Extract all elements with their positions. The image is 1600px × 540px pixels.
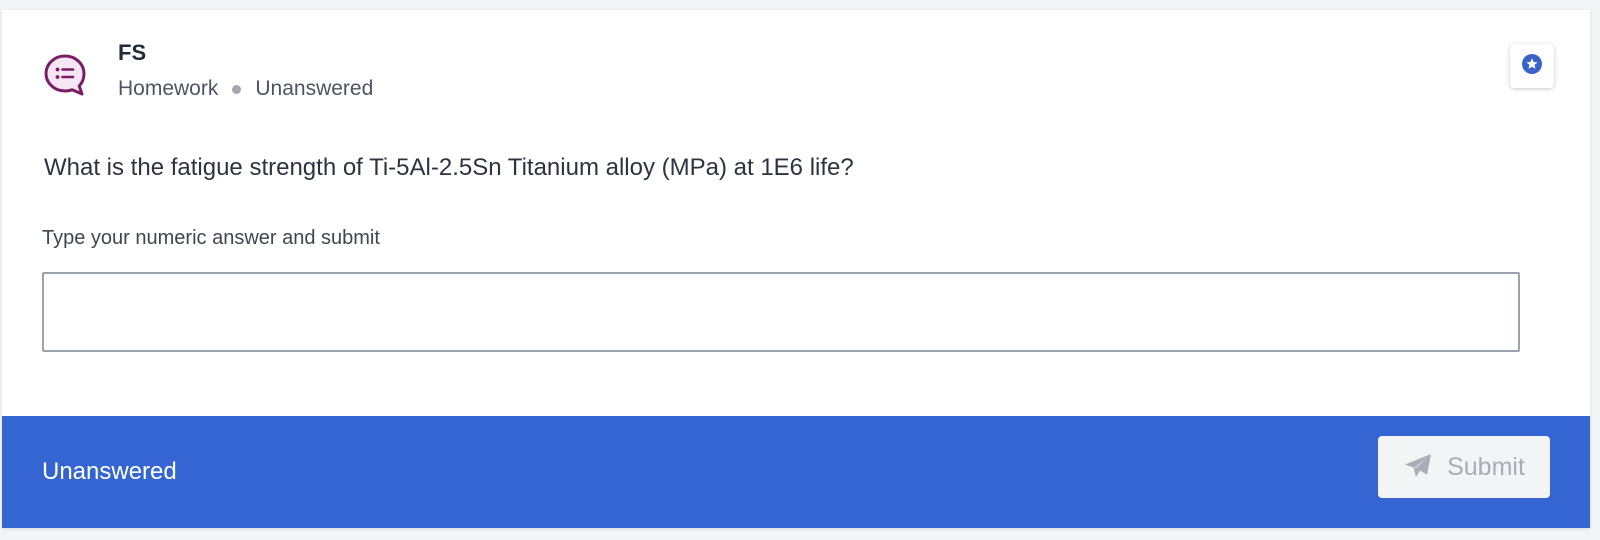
footer-status-text: Unanswered <box>42 458 177 485</box>
answer-prompt: Type your numeric answer and submit <box>42 227 380 249</box>
header-text: FS Homework Unanswered <box>118 40 373 102</box>
question-text: What is the fatigue strength of Ti-5Al-2… <box>44 154 854 181</box>
category-label: Homework <box>118 77 219 100</box>
submit-label: Submit <box>1447 452 1525 481</box>
meta-separator-dot <box>232 84 242 94</box>
question-card: FS Homework Unanswered What is the fatig… <box>2 10 1590 528</box>
card-footer: Unanswered Submit <box>2 416 1590 528</box>
favorite-button[interactable] <box>1510 44 1554 88</box>
status-label: Unanswered <box>255 77 374 100</box>
paper-plane-icon <box>1403 452 1433 483</box>
card-header: FS Homework Unanswered <box>42 40 373 102</box>
question-title: FS <box>118 40 147 65</box>
chat-list-icon <box>42 52 88 98</box>
numeric-answer-input[interactable] <box>42 272 1520 352</box>
page: FS Homework Unanswered What is the fatig… <box>0 0 1600 540</box>
submit-button[interactable]: Submit <box>1378 436 1550 498</box>
star-icon <box>1521 53 1543 80</box>
question-meta: Homework Unanswered <box>118 76 373 102</box>
